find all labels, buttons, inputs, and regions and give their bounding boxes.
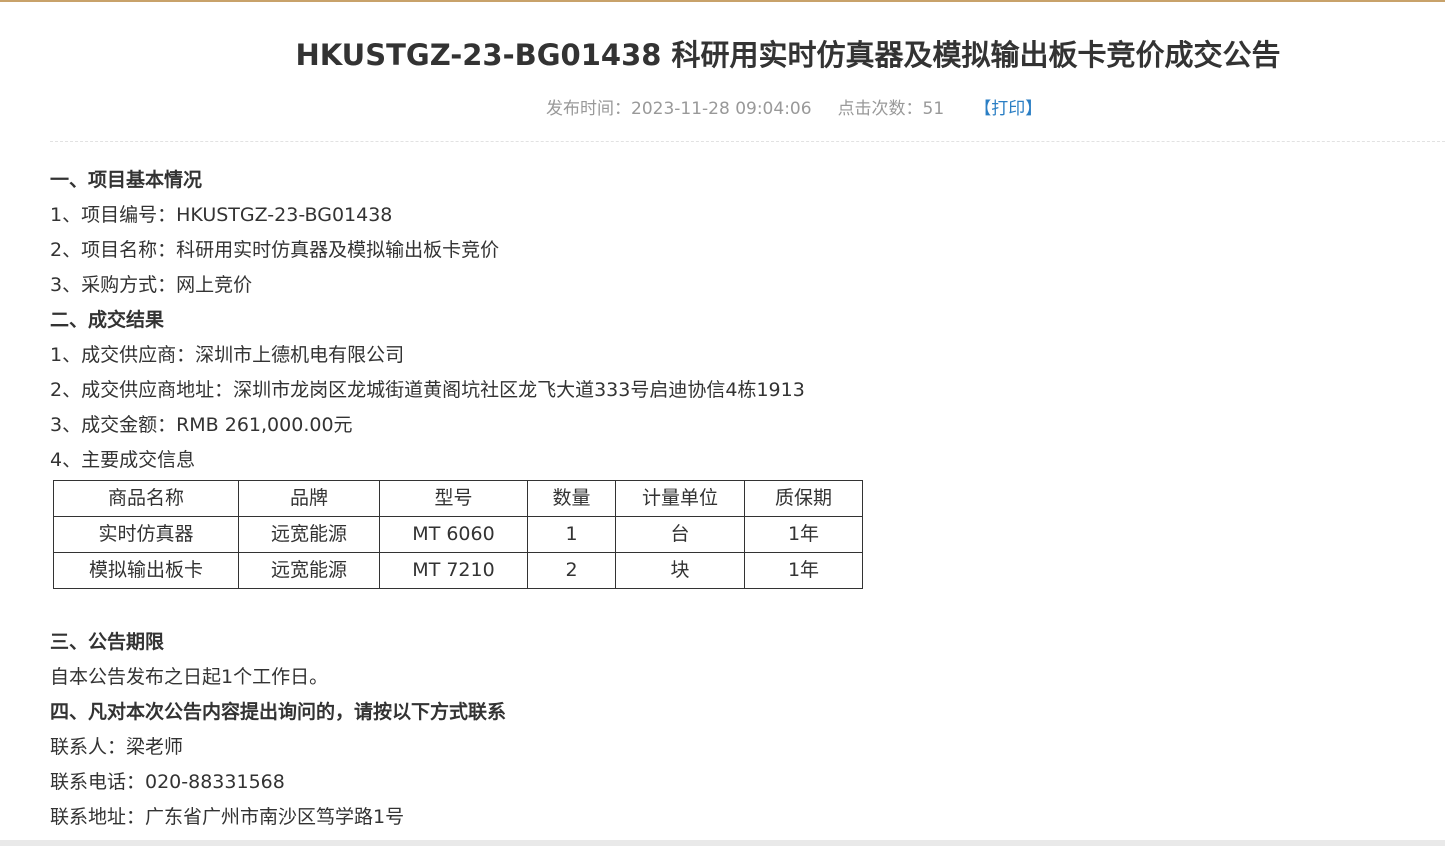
procurement-method: 3、采购方式：网上竞价 xyxy=(50,274,253,296)
table-header-cell: 质保期 xyxy=(744,480,863,517)
table-cell: 块 xyxy=(615,552,745,589)
bottom-border xyxy=(0,840,1445,846)
table-cell: 1年 xyxy=(744,552,863,589)
table-cell: MT 7210 xyxy=(379,552,528,589)
table-cell: 台 xyxy=(615,516,745,553)
contact-phone: 联系电话：020-88331568 xyxy=(50,771,285,793)
table-cell: 实时仿真器 xyxy=(53,516,239,553)
top-border xyxy=(0,0,1445,2)
section-heading-contact: 四、凡对本次公告内容提出询问的，请按以下方式联系 xyxy=(50,701,507,723)
table-row: 实时仿真器 远宽能源 MT 6060 1 台 1年 xyxy=(53,516,863,553)
meta-bar: 发布时间：2023-11-28 09:04:06 点击次数：51 【打印】 xyxy=(546,97,1042,121)
table-cell: MT 6060 xyxy=(379,516,528,553)
section-heading-result: 二、成交结果 xyxy=(50,309,165,331)
table-header-cell: 数量 xyxy=(527,480,616,517)
deal-amount: 3、成交金额：RMB 261,000.00元 xyxy=(50,414,353,436)
table-cell: 远宽能源 xyxy=(238,516,380,553)
table-cell: 远宽能源 xyxy=(238,552,380,589)
project-number: 1、项目编号：HKUSTGZ-23-BG01438 xyxy=(50,204,393,226)
table-cell: 模拟输出板卡 xyxy=(53,552,239,589)
table-header-cell: 计量单位 xyxy=(615,480,745,517)
section-heading-basic-info: 一、项目基本情况 xyxy=(50,169,203,191)
announcement-body: 一、项目基本情况 1、项目编号：HKUSTGZ-23-BG01438 2、项目名… xyxy=(50,163,1430,835)
header-divider xyxy=(50,141,1445,142)
table-cell: 2 xyxy=(527,552,616,589)
contact-address: 联系地址：广东省广州市南沙区笃学路1号 xyxy=(50,806,405,828)
deal-info-label: 4、主要成交信息 xyxy=(50,449,196,471)
project-name: 2、项目名称：科研用实时仿真器及模拟输出板卡竞价 xyxy=(50,239,500,261)
announcement-period: 自本公告发布之日起1个工作日。 xyxy=(50,666,329,688)
page-title: HKUSTGZ-23-BG01438 科研用实时仿真器及模拟输出板卡竞价成交公告 xyxy=(295,38,1281,72)
table-cell: 1 xyxy=(527,516,616,553)
section-heading-period: 三、公告期限 xyxy=(50,631,165,653)
table-header-cell: 品牌 xyxy=(238,480,380,517)
click-count: 点击次数：51 xyxy=(837,99,945,119)
contact-person: 联系人：梁老师 xyxy=(50,736,184,758)
supplier-name: 1、成交供应商：深圳市上德机电有限公司 xyxy=(50,344,405,366)
table-header-cell: 商品名称 xyxy=(53,480,239,517)
print-link[interactable]: 【打印】 xyxy=(974,99,1042,119)
supplier-address: 2、成交供应商地址：深圳市龙岗区龙城街道黄阁坑社区龙飞大道333号启迪协信4栋1… xyxy=(50,379,805,401)
publish-time: 发布时间：2023-11-28 09:04:06 xyxy=(546,99,812,119)
table-cell: 1年 xyxy=(744,516,863,553)
deal-info-table: 商品名称 品牌 型号 数量 计量单位 质保期 实时仿真器 远宽能源 MT 606… xyxy=(53,480,863,589)
table-row: 模拟输出板卡 远宽能源 MT 7210 2 块 1年 xyxy=(53,552,863,589)
table-header-row: 商品名称 品牌 型号 数量 计量单位 质保期 xyxy=(53,480,863,517)
table-header-cell: 型号 xyxy=(379,480,528,517)
